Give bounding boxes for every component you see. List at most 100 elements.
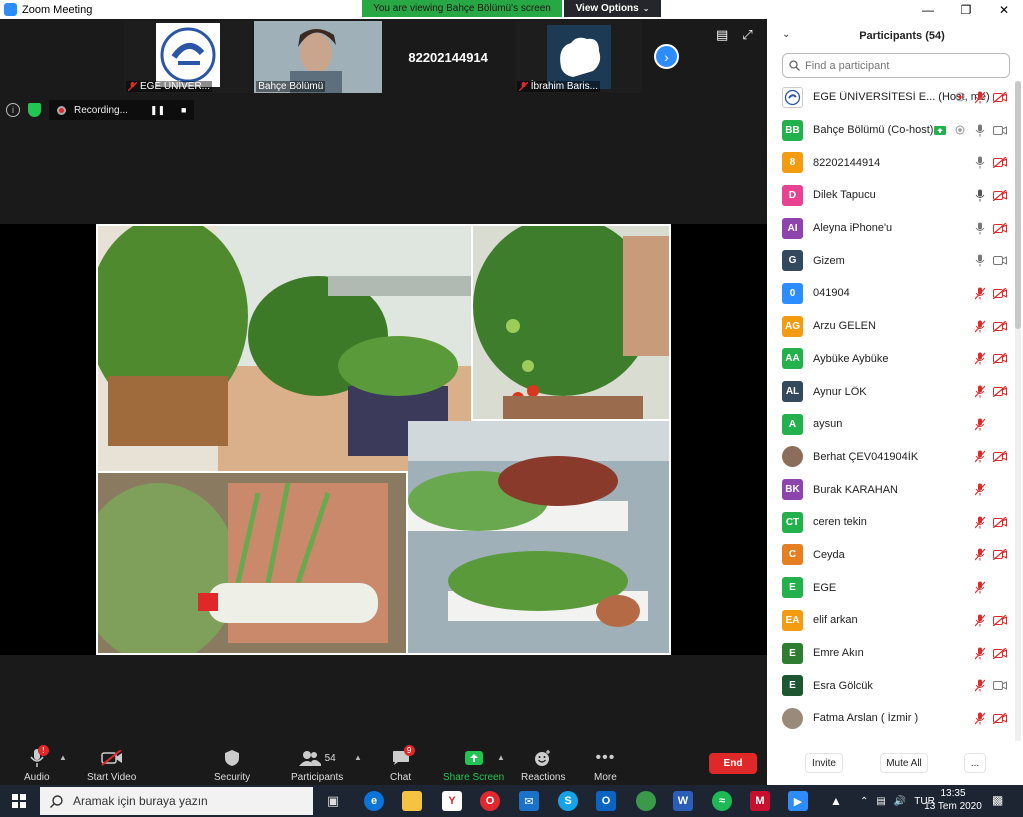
mcafee-icon[interactable]: M bbox=[750, 791, 770, 811]
participant-row[interactable]: D Dilek Tapucu bbox=[767, 179, 1015, 212]
participant-search[interactable] bbox=[782, 53, 1010, 78]
participant-avatar bbox=[782, 446, 803, 468]
video-off-icon bbox=[993, 319, 1007, 333]
participant-avatar: C bbox=[782, 544, 803, 566]
participant-row[interactable]: G Gizem bbox=[767, 244, 1015, 277]
minimize-button[interactable]: — bbox=[909, 0, 947, 19]
reactions-button[interactable]: Reactions bbox=[521, 747, 565, 783]
share-options-caret[interactable]: ▲ bbox=[497, 753, 505, 762]
video-thumbnail[interactable]: EGE ÜNİVER... bbox=[124, 21, 252, 93]
participant-row[interactable]: EA elif arkan bbox=[767, 604, 1015, 637]
participant-row[interactable]: AG Arzu GELEN bbox=[767, 310, 1015, 343]
participant-row[interactable]: CT ceren tekin bbox=[767, 506, 1015, 539]
network-icon[interactable]: ▤ bbox=[876, 796, 885, 807]
pause-recording-icon[interactable]: ❚❚ bbox=[150, 105, 165, 116]
view-options-button[interactable]: View Options ⌄ bbox=[564, 0, 661, 17]
fullscreen-icon[interactable]: ⤢ bbox=[742, 27, 752, 43]
meeting-status-row: i Recording... ❚❚ ■ bbox=[6, 100, 195, 120]
security-button[interactable]: Security bbox=[214, 747, 250, 783]
taskbar-clock[interactable]: 13:35 13 Tem 2020 bbox=[924, 787, 982, 813]
spotify-icon[interactable]: ≈ bbox=[712, 791, 732, 811]
participant-row[interactable]: Berhat ÇEV041904İK bbox=[767, 441, 1015, 474]
mic-muted-icon[interactable] bbox=[973, 286, 987, 300]
participant-row[interactable]: Aaysun bbox=[767, 408, 1015, 441]
zoom-taskbar-icon[interactable]: ▶ bbox=[788, 791, 808, 811]
microphone-icon[interactable] bbox=[973, 156, 987, 170]
outlook-icon[interactable]: O bbox=[596, 791, 616, 811]
mic-muted-icon[interactable] bbox=[973, 483, 987, 497]
mail-icon[interactable]: ✉ bbox=[519, 791, 539, 811]
participant-row[interactable]: C Ceyda bbox=[767, 539, 1015, 572]
skype-icon[interactable]: S bbox=[558, 791, 578, 811]
end-meeting-button[interactable]: End bbox=[709, 753, 757, 774]
participant-row[interactable]: AA Aybüke Aybüke bbox=[767, 343, 1015, 376]
mic-muted-icon[interactable] bbox=[973, 352, 987, 366]
more-button[interactable]: ••• More bbox=[594, 747, 617, 783]
next-page-button[interactable]: › bbox=[654, 44, 679, 69]
participant-row[interactable]: 0 041904 bbox=[767, 277, 1015, 310]
mic-muted-icon[interactable] bbox=[973, 515, 987, 529]
microphone-icon[interactable] bbox=[973, 254, 987, 268]
participant-row[interactable]: Fatma Arslan ( İzmir ) bbox=[767, 702, 1015, 735]
participant-row[interactable]: E Emre Akın bbox=[767, 637, 1015, 670]
volume-icon[interactable]: 🔊 bbox=[894, 796, 906, 807]
yandex-browser-icon[interactable]: Y bbox=[442, 791, 462, 811]
close-button[interactable]: ✕ bbox=[985, 0, 1023, 19]
scrollbar-thumb[interactable] bbox=[1015, 81, 1021, 329]
invite-button[interactable]: Invite bbox=[805, 753, 843, 773]
participant-row[interactable]: AL Aynur LÖK bbox=[767, 375, 1015, 408]
participant-row[interactable]: 8 82202144914 bbox=[767, 146, 1015, 179]
windows-start-icon[interactable] bbox=[12, 794, 26, 808]
mic-muted-icon[interactable] bbox=[973, 581, 987, 595]
audio-options-caret[interactable]: ▲ bbox=[59, 753, 67, 762]
mute-all-button[interactable]: Mute All bbox=[880, 753, 928, 773]
taskbar-search[interactable]: Aramak için buraya yazın bbox=[40, 787, 313, 815]
word-icon[interactable]: W bbox=[673, 791, 693, 811]
search-input[interactable] bbox=[805, 59, 1005, 72]
mic-muted-icon[interactable] bbox=[973, 417, 987, 431]
chrome-browser-icon[interactable] bbox=[636, 791, 656, 811]
task-view-icon[interactable]: ▣ bbox=[323, 791, 343, 811]
mic-muted-icon[interactable] bbox=[973, 450, 987, 464]
participant-row[interactable]: EGE ÜNİVERSİTESİ E... (Host, me) bbox=[767, 81, 1015, 114]
participant-row[interactable]: E EGE bbox=[767, 571, 1015, 604]
mic-muted-icon[interactable] bbox=[973, 646, 987, 660]
participant-row[interactable]: BB Bahçe Bölümü (Co-host) bbox=[767, 114, 1015, 147]
opera-browser-icon[interactable]: O bbox=[480, 791, 500, 811]
start-video-button[interactable]: Start Video bbox=[87, 747, 136, 783]
maximize-button[interactable]: ❐ bbox=[947, 0, 985, 19]
mic-muted-icon[interactable] bbox=[973, 319, 987, 333]
mic-muted-icon[interactable] bbox=[973, 385, 987, 399]
file-explorer-icon[interactable] bbox=[402, 791, 422, 811]
microphone-icon[interactable] bbox=[973, 188, 987, 202]
edge-browser-icon[interactable]: e bbox=[364, 791, 384, 811]
chat-button[interactable]: 9 Chat bbox=[390, 745, 415, 783]
share-screen-button[interactable]: Share Screen bbox=[443, 747, 504, 783]
video-thumbnail[interactable]: 82202144914 bbox=[384, 21, 512, 93]
meeting-info-icon[interactable]: i bbox=[6, 103, 20, 117]
mic-muted-icon[interactable] bbox=[973, 613, 987, 627]
participant-row[interactable]: E Esra Gölcük bbox=[767, 669, 1015, 702]
chevron-up-icon[interactable]: ⌃ bbox=[860, 796, 868, 807]
participant-row[interactable]: AI Aleyna iPhone'u bbox=[767, 212, 1015, 245]
minimize-video-icon[interactable]: ▤ bbox=[716, 27, 728, 43]
microphone-icon[interactable] bbox=[973, 123, 987, 137]
microphone-icon[interactable] bbox=[973, 221, 987, 235]
mic-muted-icon[interactable] bbox=[973, 711, 987, 725]
participants-button[interactable]: 54 Participants bbox=[291, 747, 343, 783]
photos-icon[interactable]: ▲ bbox=[826, 791, 846, 811]
panel-more-button[interactable]: ... bbox=[964, 753, 986, 773]
stop-recording-icon[interactable]: ■ bbox=[181, 105, 186, 115]
mic-muted-icon[interactable] bbox=[973, 548, 987, 562]
audio-button[interactable]: ! Audio bbox=[24, 745, 50, 783]
mic-muted-icon[interactable] bbox=[973, 679, 987, 693]
collapse-panel-icon[interactable]: ⌄ bbox=[782, 29, 790, 40]
video-thumbnail[interactable]: Bahçe Bölümü bbox=[254, 21, 382, 93]
participants-options-caret[interactable]: ▲ bbox=[354, 753, 362, 762]
participant-list-scrollbar[interactable] bbox=[1015, 81, 1021, 741]
notifications-icon[interactable]: ▩ bbox=[992, 793, 1003, 807]
participant-row[interactable]: BK Burak KARAHAN bbox=[767, 473, 1015, 506]
video-thumbnail[interactable]: İbrahim Baris... bbox=[514, 21, 642, 93]
encryption-shield-icon[interactable] bbox=[28, 103, 41, 117]
mic-muted-icon[interactable] bbox=[973, 90, 987, 104]
